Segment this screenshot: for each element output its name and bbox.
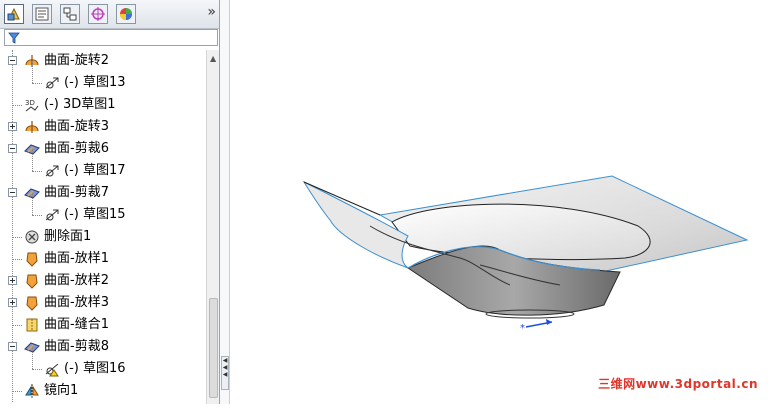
tree-item-label: (-) 草图13 (64, 75, 126, 90)
feature-tree-icon (7, 7, 20, 21)
tree-item-label: 删除面1 (44, 229, 92, 244)
coordinate-triad-icon: * (520, 319, 553, 334)
collapse-minus-icon[interactable] (8, 56, 17, 65)
sketch-icon (44, 163, 60, 179)
splitter-collapse-handle[interactable]: ◀ ◀ ◀ (221, 356, 229, 390)
tree-branch-line (12, 105, 22, 106)
tree-item-label: 曲面-旋转3 (44, 119, 109, 134)
tree-item-label: (-) 3D草图1 (44, 97, 116, 112)
tree-branch-line (32, 171, 42, 172)
sketch-icon (44, 207, 60, 223)
tree-item-label: 曲面-剪裁8 (44, 339, 109, 354)
tree-item-label: 曲面-剪裁7 (44, 185, 109, 200)
more-tabs-button[interactable]: » (207, 4, 216, 20)
scroll-up-arrow-icon[interactable]: ▲ (210, 54, 216, 63)
display-manager-tab[interactable] (116, 4, 136, 24)
collapse-minus-icon[interactable] (8, 144, 17, 153)
tree-item[interactable]: 曲面-旋转3 (0, 116, 206, 138)
panel-splitter[interactable]: ◀ ◀ ◀ (220, 0, 230, 404)
tree-item-label: 曲面-放样2 (44, 273, 109, 288)
delete-face-icon (24, 229, 40, 245)
tree-item-label: 曲面-缝合1 (44, 317, 109, 332)
surface-model-view: * (302, 175, 749, 334)
tree-item[interactable]: (-) 草图13 (0, 61, 206, 94)
expand-plus-icon[interactable] (8, 276, 17, 285)
tree-branch-line (32, 215, 42, 216)
loft-surface-icon (24, 295, 40, 311)
loft-surface-icon (24, 273, 40, 289)
tree-child-connector-line (32, 347, 33, 369)
tree-item[interactable]: 曲面-剪裁7 (0, 182, 206, 204)
tree-item[interactable]: 曲面-剪裁6 (0, 138, 206, 160)
loft-patch-surface[interactable] (302, 180, 409, 269)
svg-text:3D: 3D (25, 99, 35, 107)
tree-item[interactable]: 曲面-旋转2 (0, 50, 206, 72)
tree-item-label: (-) 草图16 (64, 361, 126, 376)
tree-item-label: 曲面-旋转2 (44, 53, 109, 68)
tree-item[interactable]: (-) 草图15 (0, 193, 206, 226)
tree-item[interactable]: 曲面-放样1 (0, 248, 206, 270)
tree-child-connector-line (32, 193, 33, 215)
filter-bar[interactable] (4, 29, 218, 46)
tree-child-connector-line (32, 61, 33, 83)
feature-manager-panel: » 曲面-旋转2 (-) 草图13 3D (-) 3D草图1 曲面-旋转3 曲面-剪裁6 (… (0, 0, 220, 404)
tree-item-label: 曲面-放样3 (44, 295, 109, 310)
configuration-manager-tab[interactable] (60, 4, 80, 24)
configuration-icon (63, 7, 77, 21)
tree-item[interactable]: 镜向1 (0, 380, 206, 402)
3d-sketch-icon: 3D (24, 97, 40, 113)
tree-branch-line (12, 259, 22, 260)
filter-icon (8, 32, 20, 44)
tree-branch-line (12, 391, 22, 392)
site-watermark: 三维网www.3dportal.cn (598, 377, 758, 391)
tree-item[interactable]: (-) 草图16 (0, 347, 206, 380)
collapse-minus-icon[interactable] (8, 188, 17, 197)
expand-plus-icon[interactable] (8, 298, 17, 307)
tree-scrollbar[interactable]: ▲ (206, 50, 219, 404)
collapse-minus-icon[interactable] (8, 342, 17, 351)
color-wheel-icon (120, 8, 132, 20)
mirror-icon (24, 383, 40, 399)
sketch-icon (44, 75, 60, 91)
tree-item-label: 曲面-放样1 (44, 251, 109, 266)
panel-tab-bar: » (0, 0, 219, 29)
tree-branch-line (32, 369, 42, 370)
tree-item[interactable]: 曲面-缝合1 (0, 314, 206, 336)
tree-item-label: (-) 草图15 (64, 207, 126, 222)
tree-branch-line (32, 83, 42, 84)
expand-plus-icon[interactable] (8, 122, 17, 131)
tree-item-label: 曲面-剪裁6 (44, 141, 109, 156)
feature-manager-tab[interactable] (4, 4, 24, 24)
tree-item[interactable]: (-) 草图17 (0, 149, 206, 182)
tree-item[interactable]: 曲面-放样3 (0, 292, 206, 314)
tree-branch-line (12, 325, 22, 326)
tree-child-connector-line (32, 149, 33, 171)
tree-item[interactable]: 曲面-放样2 (0, 270, 206, 292)
svg-text:*: * (520, 323, 525, 334)
tree-item[interactable]: 曲面-剪裁8 (0, 336, 206, 358)
tree-item[interactable]: 3D (-) 3D草图1 (0, 94, 206, 116)
scroll-thumb[interactable] (209, 298, 218, 398)
sketch-warning-icon (44, 361, 60, 377)
loft-surface-icon (24, 251, 40, 267)
graphics-viewport[interactable]: * 三维网www.3dportal.cn (230, 0, 776, 404)
revolve-surface-icon (24, 119, 40, 135)
knit-surface-icon (24, 317, 40, 333)
crosshair-icon (91, 7, 105, 21)
dimxpert-manager-tab[interactable] (88, 4, 108, 24)
property-manager-tab[interactable] (32, 4, 52, 24)
feature-tree: 曲面-旋转2 (-) 草图13 3D (-) 3D草图1 曲面-旋转3 曲面-剪裁6 (-)… (0, 50, 206, 404)
property-icon (35, 7, 49, 21)
tree-item[interactable]: 删除面1 (0, 226, 206, 248)
tree-item-label: (-) 草图17 (64, 163, 126, 178)
tree-branch-line (12, 237, 22, 238)
tree-item-label: 镜向1 (44, 383, 79, 398)
